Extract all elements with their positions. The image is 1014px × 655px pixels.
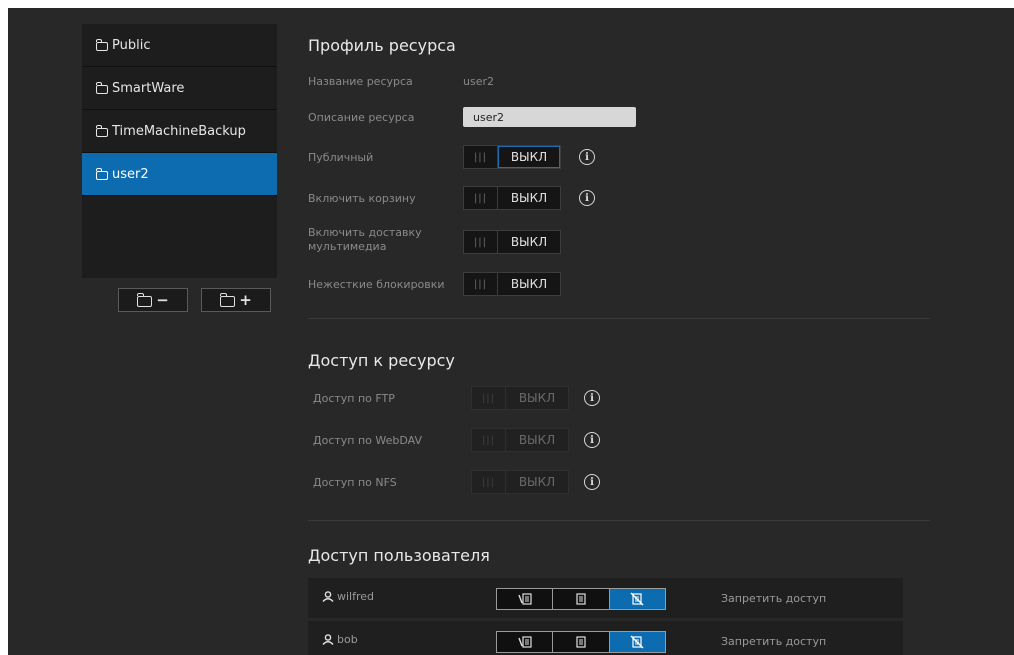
user-access-title: Доступ пользователя (308, 546, 490, 565)
remove-share-label: − (156, 291, 169, 309)
webdav-access-label: Доступ по WebDAV (313, 434, 423, 447)
toggle-state: ВЫКЛ (510, 235, 548, 249)
toggle-grip: ||| (464, 231, 498, 253)
deny-access-link[interactable]: Запретить доступ (721, 592, 826, 605)
recycle-bin-label: Включить корзину (308, 192, 416, 205)
share-description-input[interactable] (463, 107, 636, 127)
share-name-label: Название ресурса (308, 75, 413, 88)
share-profile-title: Профиль ресурса (308, 36, 456, 55)
read-only-icon (576, 593, 586, 605)
divider (308, 318, 930, 319)
remove-share-button[interactable]: − (118, 288, 188, 312)
media-serving-toggle[interactable]: ||| ВЫКЛ (463, 230, 561, 254)
divider (308, 520, 930, 521)
oplocks-label: Нежесткие блокировки (308, 278, 445, 291)
toggle-grip: ||| (472, 387, 506, 409)
read-write-icon (518, 636, 532, 648)
user-name: wilfred (322, 590, 374, 603)
user-name-label: bob (337, 633, 358, 646)
share-item-public[interactable]: Public (82, 24, 277, 67)
folder-icon (95, 81, 108, 94)
share-item-user2[interactable]: user2 (82, 153, 277, 196)
folder-minus-icon (136, 292, 153, 307)
share-item-smartware[interactable]: SmartWare (82, 67, 277, 110)
no-access-icon (630, 592, 644, 606)
user-name-label: wilfred (337, 590, 375, 603)
user-name: bob (322, 633, 358, 646)
info-icon[interactable]: i (584, 474, 600, 490)
toggle-state: ВЫКЛ (518, 475, 556, 489)
read-only-permission-button[interactable] (553, 632, 610, 652)
public-toggle[interactable]: ||| ВЫКЛ (463, 145, 561, 169)
public-label: Публичный (308, 151, 374, 164)
share-name-value: user2 (463, 75, 494, 88)
folder-icon (95, 38, 108, 51)
oplocks-toggle[interactable]: ||| ВЫКЛ (463, 272, 561, 296)
app-window: Public SmartWare TimeMachineBackup user2… (8, 8, 1014, 655)
ftp-access-label: Доступ по FTP (313, 392, 395, 405)
toggle-grip: ||| (472, 471, 506, 493)
share-item-timemachinebackup[interactable]: TimeMachineBackup (82, 110, 277, 153)
info-icon[interactable]: i (579, 149, 595, 165)
permission-selector (496, 588, 666, 610)
folder-icon (95, 167, 108, 180)
toggle-grip: ||| (472, 429, 506, 451)
info-icon[interactable]: i (584, 432, 600, 448)
webdav-access-toggle: ||| ВЫКЛ (471, 428, 569, 452)
recycle-bin-toggle[interactable]: ||| ВЫКЛ (463, 186, 561, 210)
share-description-label: Описание ресурса (308, 111, 415, 124)
person-icon (322, 634, 334, 645)
deny-access-link[interactable]: Запретить доступ (721, 635, 826, 648)
toggle-state: ВЫКЛ (518, 433, 556, 447)
user-row: bob Запретить доступ (308, 621, 903, 655)
user-row: wilfred Запретить доступ (308, 578, 903, 618)
read-write-permission-button[interactable] (497, 632, 554, 652)
toggle-state: ВЫКЛ (510, 191, 548, 205)
read-only-permission-button[interactable] (553, 589, 610, 609)
nfs-access-label: Доступ по NFS (313, 476, 397, 489)
share-list: Public SmartWare TimeMachineBackup user2 (82, 24, 277, 278)
share-item-label: Public (112, 37, 151, 53)
no-access-permission-button[interactable] (609, 632, 665, 652)
folder-plus-icon (219, 292, 236, 307)
info-icon[interactable]: i (584, 390, 600, 406)
info-icon[interactable]: i (579, 190, 595, 206)
read-write-icon (518, 593, 532, 605)
folder-icon (95, 124, 108, 137)
toggle-state: ВЫКЛ (510, 277, 548, 291)
add-share-button[interactable]: + (201, 288, 271, 312)
toggle-state: ВЫКЛ (518, 391, 556, 405)
permission-selector (496, 631, 666, 653)
share-access-title: Доступ к ресурсу (308, 351, 455, 370)
toggle-grip: ||| (464, 273, 498, 295)
toggle-state: ВЫКЛ (498, 146, 560, 168)
ftp-access-toggle: ||| ВЫКЛ (471, 386, 569, 410)
toggle-grip: ||| (464, 146, 498, 168)
share-item-label: TimeMachineBackup (112, 123, 246, 139)
person-icon (322, 591, 334, 602)
share-item-label: user2 (112, 166, 149, 182)
read-only-icon (576, 636, 586, 648)
media-serving-label: Включить доставку мультимедиа (308, 226, 422, 253)
share-item-label: SmartWare (112, 80, 185, 96)
add-share-label: + (239, 291, 252, 309)
no-access-permission-button[interactable] (609, 589, 665, 609)
read-write-permission-button[interactable] (497, 589, 554, 609)
nfs-access-toggle: ||| ВЫКЛ (471, 470, 569, 494)
toggle-grip: ||| (464, 187, 498, 209)
no-access-icon (630, 635, 644, 649)
